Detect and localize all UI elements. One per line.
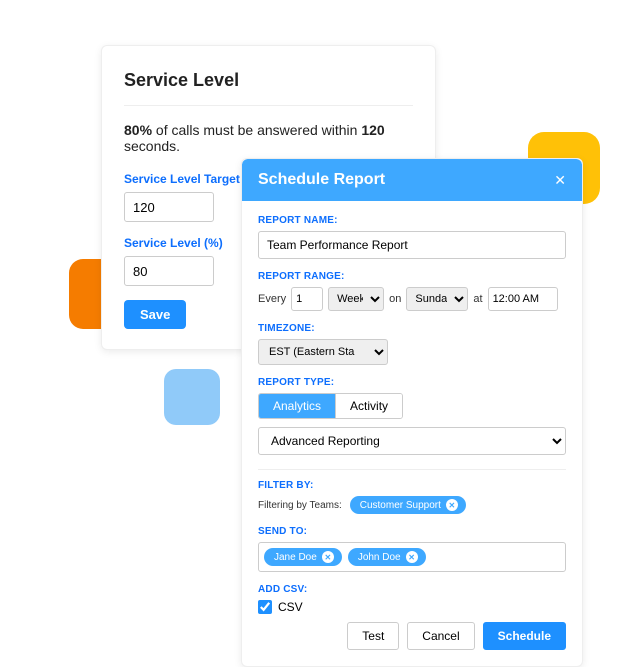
- schedule-report-card: Schedule Report ✕ REPORT NAME: REPORT RA…: [241, 158, 583, 667]
- sl-pct-input[interactable]: [124, 256, 214, 286]
- csv-text: CSV: [278, 600, 303, 614]
- sendto-chip[interactable]: John Doe ✕: [348, 548, 426, 566]
- report-type-tabs: Analytics Activity: [258, 393, 403, 419]
- sendto-label: SEND TO:: [258, 526, 566, 537]
- range-every: Every: [258, 293, 286, 305]
- report-range-label: REPORT RANGE:: [258, 271, 566, 282]
- sl-target-input[interactable]: [124, 192, 214, 222]
- report-type-label: REPORT TYPE:: [258, 377, 566, 388]
- range-at: at: [473, 293, 482, 305]
- sl-desc-end: seconds.: [124, 138, 180, 154]
- sendto-chip-label: John Doe: [358, 552, 401, 563]
- sl-divider: [124, 105, 413, 106]
- sendto-chip-remove-icon[interactable]: ✕: [322, 551, 334, 563]
- sl-title: Service Level: [124, 70, 413, 91]
- csv-label: ADD CSV:: [258, 584, 566, 595]
- test-button[interactable]: Test: [347, 622, 399, 650]
- filter-chip-remove-icon[interactable]: ✕: [446, 499, 458, 511]
- decor-blue: [164, 369, 220, 425]
- tab-analytics[interactable]: Analytics: [259, 394, 335, 418]
- range-day-select[interactable]: Sunday: [406, 287, 468, 311]
- timezone-label: TIMEZONE:: [258, 323, 566, 334]
- sendto-input[interactable]: Jane Doe ✕ John Doe ✕: [258, 542, 566, 572]
- filter-row: Filtering by Teams: Customer Support ✕: [258, 496, 566, 514]
- sr-body: REPORT NAME: REPORT RANGE: Every Week on…: [242, 201, 582, 666]
- schedule-button[interactable]: Schedule: [483, 622, 566, 650]
- sl-description: 80% of calls must be answered within 120…: [124, 122, 413, 154]
- sendto-chip-label: Jane Doe: [274, 552, 317, 563]
- report-name-input[interactable]: [258, 231, 566, 259]
- range-number-input[interactable]: [291, 287, 323, 311]
- range-on: on: [389, 293, 401, 305]
- close-icon[interactable]: ✕: [554, 172, 566, 189]
- range-time-input[interactable]: [488, 287, 558, 311]
- sl-desc-mid: of calls must be answered within: [152, 122, 361, 138]
- timezone-select[interactable]: EST (Eastern Sta: [258, 339, 388, 365]
- sr-header: Schedule Report ✕: [242, 159, 582, 201]
- sendto-chip-remove-icon[interactable]: ✕: [406, 551, 418, 563]
- range-period-select[interactable]: Week: [328, 287, 384, 311]
- sl-desc-sec: 120: [361, 122, 384, 138]
- filter-teams-label: Filtering by Teams:: [258, 500, 342, 511]
- tab-activity[interactable]: Activity: [335, 394, 402, 418]
- report-range-row: Every Week on Sunday at: [258, 287, 566, 311]
- cancel-button[interactable]: Cancel: [407, 622, 474, 650]
- csv-checkbox[interactable]: [258, 600, 272, 614]
- sr-divider-1: [258, 469, 566, 470]
- filter-chip-customer-support[interactable]: Customer Support ✕: [350, 496, 466, 514]
- report-subtype-select[interactable]: Advanced Reporting: [258, 427, 566, 455]
- sr-title: Schedule Report: [258, 171, 385, 189]
- save-button[interactable]: Save: [124, 300, 186, 329]
- report-name-label: REPORT NAME:: [258, 215, 566, 226]
- filter-by-label: FILTER BY:: [258, 480, 566, 491]
- sendto-chip[interactable]: Jane Doe ✕: [264, 548, 342, 566]
- filter-chip-label: Customer Support: [360, 500, 441, 511]
- sr-footer: Test Cancel Schedule: [258, 622, 566, 650]
- csv-row: CSV: [258, 600, 566, 614]
- sl-desc-pct: 80%: [124, 122, 152, 138]
